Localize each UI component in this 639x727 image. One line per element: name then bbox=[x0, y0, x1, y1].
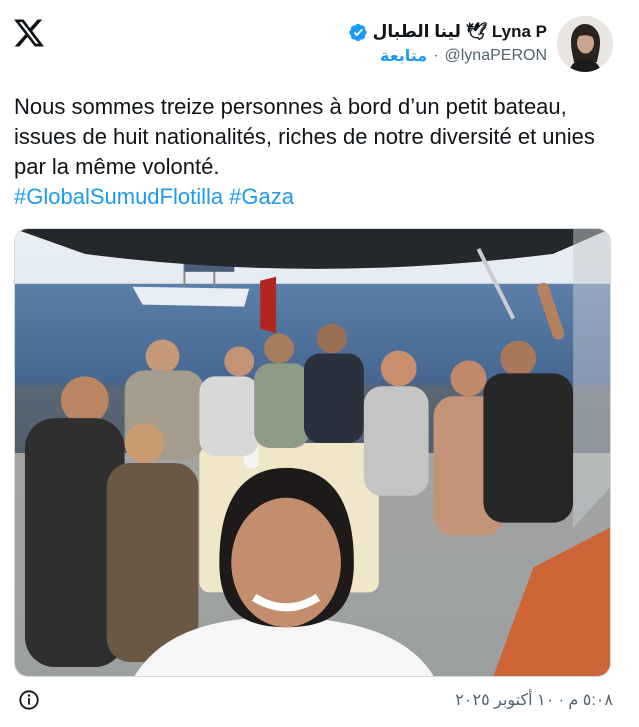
verified-badge-icon bbox=[348, 23, 368, 42]
separator-dot: · bbox=[433, 47, 439, 64]
follow-button[interactable]: متابعة bbox=[380, 46, 427, 66]
name-row: لينا الطبال 🕊 Lyna P bbox=[348, 22, 547, 42]
author-handle[interactable]: @lynaPERON bbox=[445, 47, 548, 65]
tweet-text: Nous sommes treize personnes à bord d’un… bbox=[14, 94, 595, 179]
author-text: لينا الطبال 🕊 Lyna P متابعة · @lynaPERON bbox=[348, 22, 547, 66]
tweet-timestamp[interactable]: ٥:٠٨ م · ١٠ أكتوبر ٢٠٢٥ bbox=[455, 690, 613, 710]
display-name[interactable]: لينا الطبال 🕊 Lyna P bbox=[373, 22, 547, 42]
sub-row: متابعة · @lynaPERON bbox=[349, 46, 547, 66]
profile-avatar[interactable] bbox=[557, 16, 613, 72]
tweet-photo[interactable] bbox=[14, 228, 611, 677]
author-block: لينا الطبال 🕊 Lyna P متابعة · @lynaPERON bbox=[348, 16, 613, 72]
hashtag-gaza[interactable]: #Gaza bbox=[229, 184, 294, 209]
hashtag-global-sumud-flotilla[interactable]: #GlobalSumudFlotilla bbox=[14, 184, 223, 209]
x-logo-icon[interactable] bbox=[14, 18, 44, 48]
info-icon[interactable] bbox=[18, 689, 40, 711]
hashtag-row: #GlobalSumudFlotilla #Gaza bbox=[14, 182, 614, 212]
tweet-body: Nous sommes treize personnes à bord d’un… bbox=[14, 92, 614, 212]
